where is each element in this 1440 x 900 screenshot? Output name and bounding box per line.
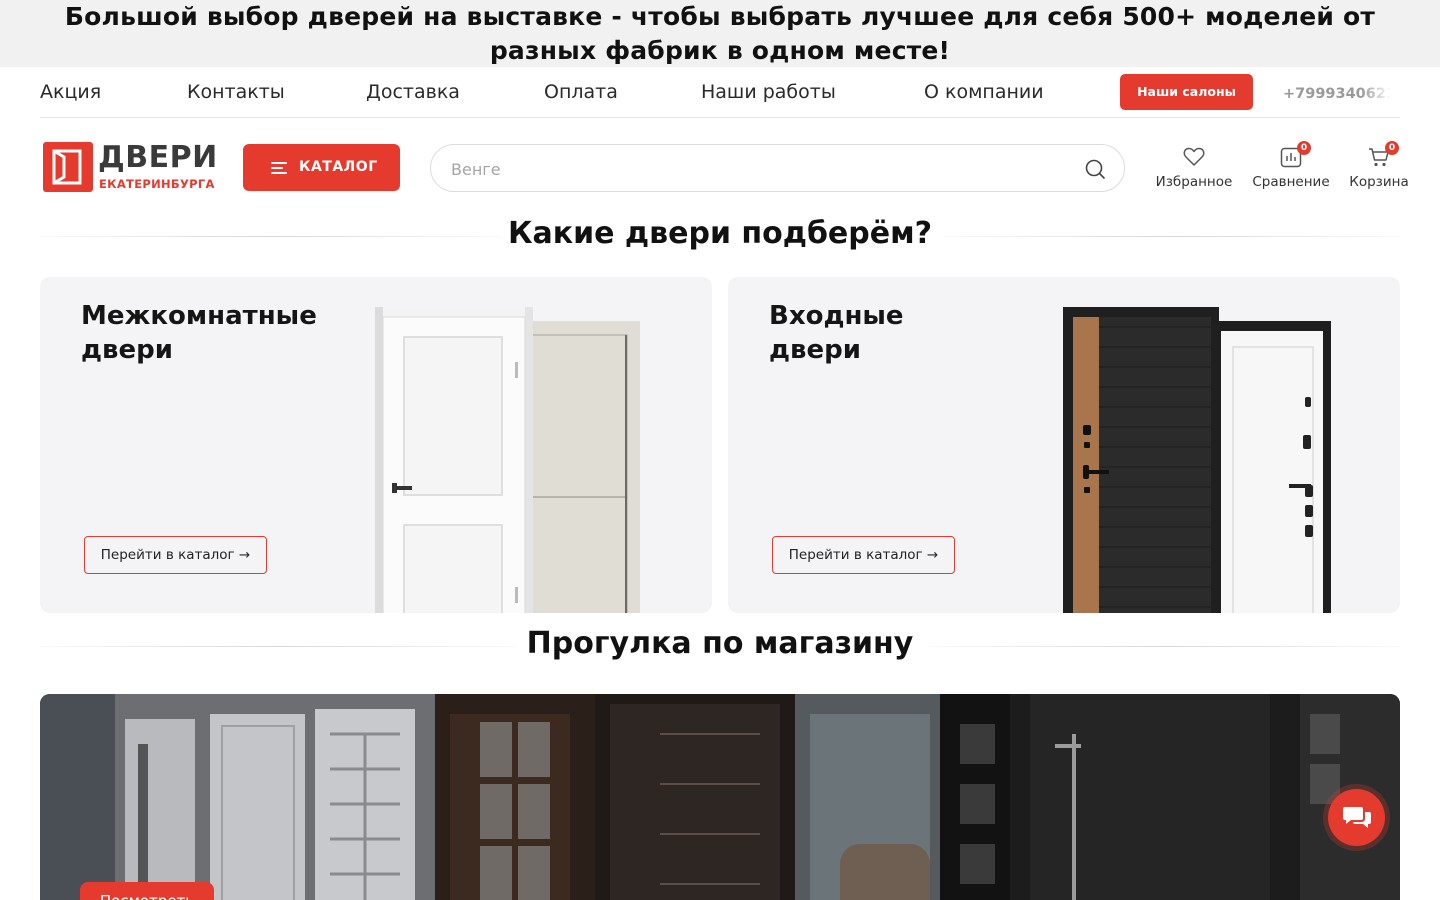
card-interior-doors[interactable]: Межкомнатные двери Перейти в каталог → [40, 277, 712, 613]
store-tour-video[interactable]: Посмотреть [40, 694, 1400, 900]
top-navigation: Акция Контакты Доставка Оплата Наши рабо… [40, 67, 1400, 118]
favorites-link[interactable]: Избранное [1155, 142, 1233, 190]
search-icon[interactable] [1084, 158, 1106, 184]
card-interior-title: Межкомнатные двери [81, 301, 317, 365]
search-bar [430, 144, 1125, 192]
compare-label: Сравнение [1252, 174, 1330, 190]
interior-catalog-button[interactable]: Перейти в каталог → [84, 536, 267, 574]
nav-link-promo[interactable]: Акция [40, 81, 101, 103]
card-entrance-doors[interactable]: Входные двери Перейти в каталог → [728, 277, 1400, 613]
logo-subtitle: ЕКАТЕРИНБУРГА [99, 177, 215, 191]
promo-line-2: разных фабрик в одном месте! [489, 36, 951, 65]
logo-door-icon [43, 142, 93, 192]
tour-section-title: Прогулка по магазину [526, 626, 914, 661]
compare-link[interactable]: 0 Сравнение [1252, 141, 1330, 190]
compare-count-badge: 0 [1297, 141, 1311, 155]
catalog-button[interactable]: КАТАЛОГ [243, 144, 400, 191]
cart-label: Корзина [1349, 174, 1409, 190]
promo-banner: Большой выбор дверей на выставке - чтобы… [0, 0, 1440, 67]
pick-section-header: Какие двери подберём? [40, 216, 1400, 256]
nav-link-delivery[interactable]: Доставка [366, 81, 460, 103]
chat-icon [1343, 807, 1371, 828]
cart-count-badge: 0 [1385, 141, 1399, 155]
card-entrance-title: Входные двери [769, 301, 904, 365]
our-salons-button[interactable]: Наши салоны [1120, 74, 1253, 110]
compare-icon: 0 [1252, 141, 1330, 170]
cart-icon: 0 [1349, 141, 1409, 170]
tour-watch-button[interactable]: Посмотреть [80, 882, 214, 900]
tour-section-header: Прогулка по магазину [40, 626, 1400, 666]
promo-line-1: Большой выбор дверей на выставке - чтобы… [64, 2, 1376, 31]
heart-icon [1155, 142, 1233, 170]
pick-section-title: Какие двери подберём? [507, 216, 933, 251]
logo-title: ДВЕРИ [98, 140, 218, 175]
interior-doors-image [375, 307, 640, 613]
cart-link[interactable]: 0 Корзина [1349, 141, 1409, 190]
catalog-button-label: КАТАЛОГ [299, 159, 378, 175]
menu-icon [271, 162, 287, 174]
entrance-doors-image [1063, 307, 1331, 613]
site-logo[interactable]: ДВЕРИ ЕКАТЕРИНБУРГА [43, 140, 223, 194]
entrance-catalog-button[interactable]: Перейти в каталог → [772, 536, 955, 574]
nav-link-payment[interactable]: Оплата [544, 81, 618, 103]
chat-button[interactable] [1328, 789, 1385, 846]
nav-link-our-works[interactable]: Наши работы [701, 81, 836, 103]
nav-link-about[interactable]: О компании [924, 81, 1044, 103]
phone-fade [1361, 83, 1391, 105]
store-tour-image [40, 694, 1400, 900]
phone-link[interactable]: +79993406211 [1283, 83, 1391, 105]
search-input[interactable] [451, 157, 1051, 181]
nav-link-contacts[interactable]: Контакты [187, 81, 285, 103]
favorites-label: Избранное [1155, 174, 1233, 190]
